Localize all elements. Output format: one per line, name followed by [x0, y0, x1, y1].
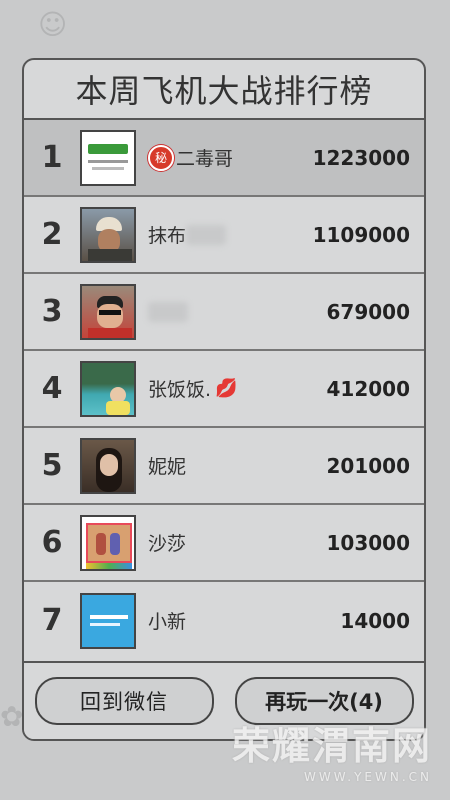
ranking-row[interactable]: 6 沙莎 103000: [24, 505, 424, 582]
player-score: 14000: [340, 608, 410, 633]
ranking-row[interactable]: 1 秘 二毒哥 1223000: [24, 120, 424, 197]
player-name-text: 二毒哥: [176, 148, 234, 170]
rank-number: 5: [41, 448, 63, 483]
player-name-text: 张饭饭.: [148, 379, 212, 401]
site-watermark: 荣耀渭南网 WWW.YEWN.CN: [232, 715, 432, 784]
rank-number: 3: [41, 294, 63, 329]
player-score: 412000: [326, 376, 411, 401]
doodle-decoration: ☺: [38, 8, 68, 41]
player-name-text: 小新: [148, 611, 187, 633]
ranking-row[interactable]: 7 小新 14000: [24, 582, 424, 659]
rank-number: 6: [41, 525, 63, 560]
avatar: [80, 283, 136, 340]
blurred-text: [186, 224, 227, 245]
leaderboard-panel: 本周飞机大战排行榜 1 秘 二毒哥 1223000 2 抹布 1109000 3…: [22, 58, 426, 741]
player-score: 679000: [326, 299, 411, 324]
avatar: [80, 437, 136, 494]
leaderboard-title: 本周飞机大战排行榜: [24, 60, 424, 120]
avatar: [80, 129, 136, 186]
blurred-text: [148, 301, 188, 322]
ranking-row[interactable]: 2 抹布 1109000: [24, 197, 424, 274]
ranking-row[interactable]: 3 679000: [24, 274, 424, 351]
avatar: [80, 592, 136, 649]
rank-number: 4: [41, 371, 63, 406]
back-to-wechat-button[interactable]: 回到微信: [34, 677, 214, 725]
player-name-text: 沙莎: [148, 533, 187, 555]
doodle-decoration: ✿: [0, 700, 24, 733]
player-name-text: 抹布: [148, 225, 187, 247]
rank-number: 1: [41, 140, 63, 175]
avatar: [80, 206, 136, 263]
player-score: 201000: [326, 453, 411, 478]
ranking-row[interactable]: 5 妮妮 201000: [24, 428, 424, 505]
rank-number: 2: [41, 217, 63, 252]
avatar: [80, 514, 136, 571]
lips-icon: 💋: [215, 378, 238, 399]
avatar: [80, 360, 136, 417]
player-name-text: 妮妮: [148, 456, 187, 478]
secret-badge-icon: 秘: [148, 144, 174, 171]
rank-number: 7: [41, 603, 63, 638]
player-score: 1109000: [312, 222, 410, 247]
player-score: 1223000: [312, 145, 410, 170]
ranking-list: 1 秘 二毒哥 1223000 2 抹布 1109000 3 679000 4 …: [24, 120, 424, 659]
player-score: 103000: [326, 530, 411, 555]
watermark-logo-text: 荣耀渭南网: [231, 724, 432, 768]
watermark-url: WWW.YEWN.CN: [304, 770, 432, 784]
ranking-row[interactable]: 4 张饭饭. 💋 412000: [24, 351, 424, 428]
